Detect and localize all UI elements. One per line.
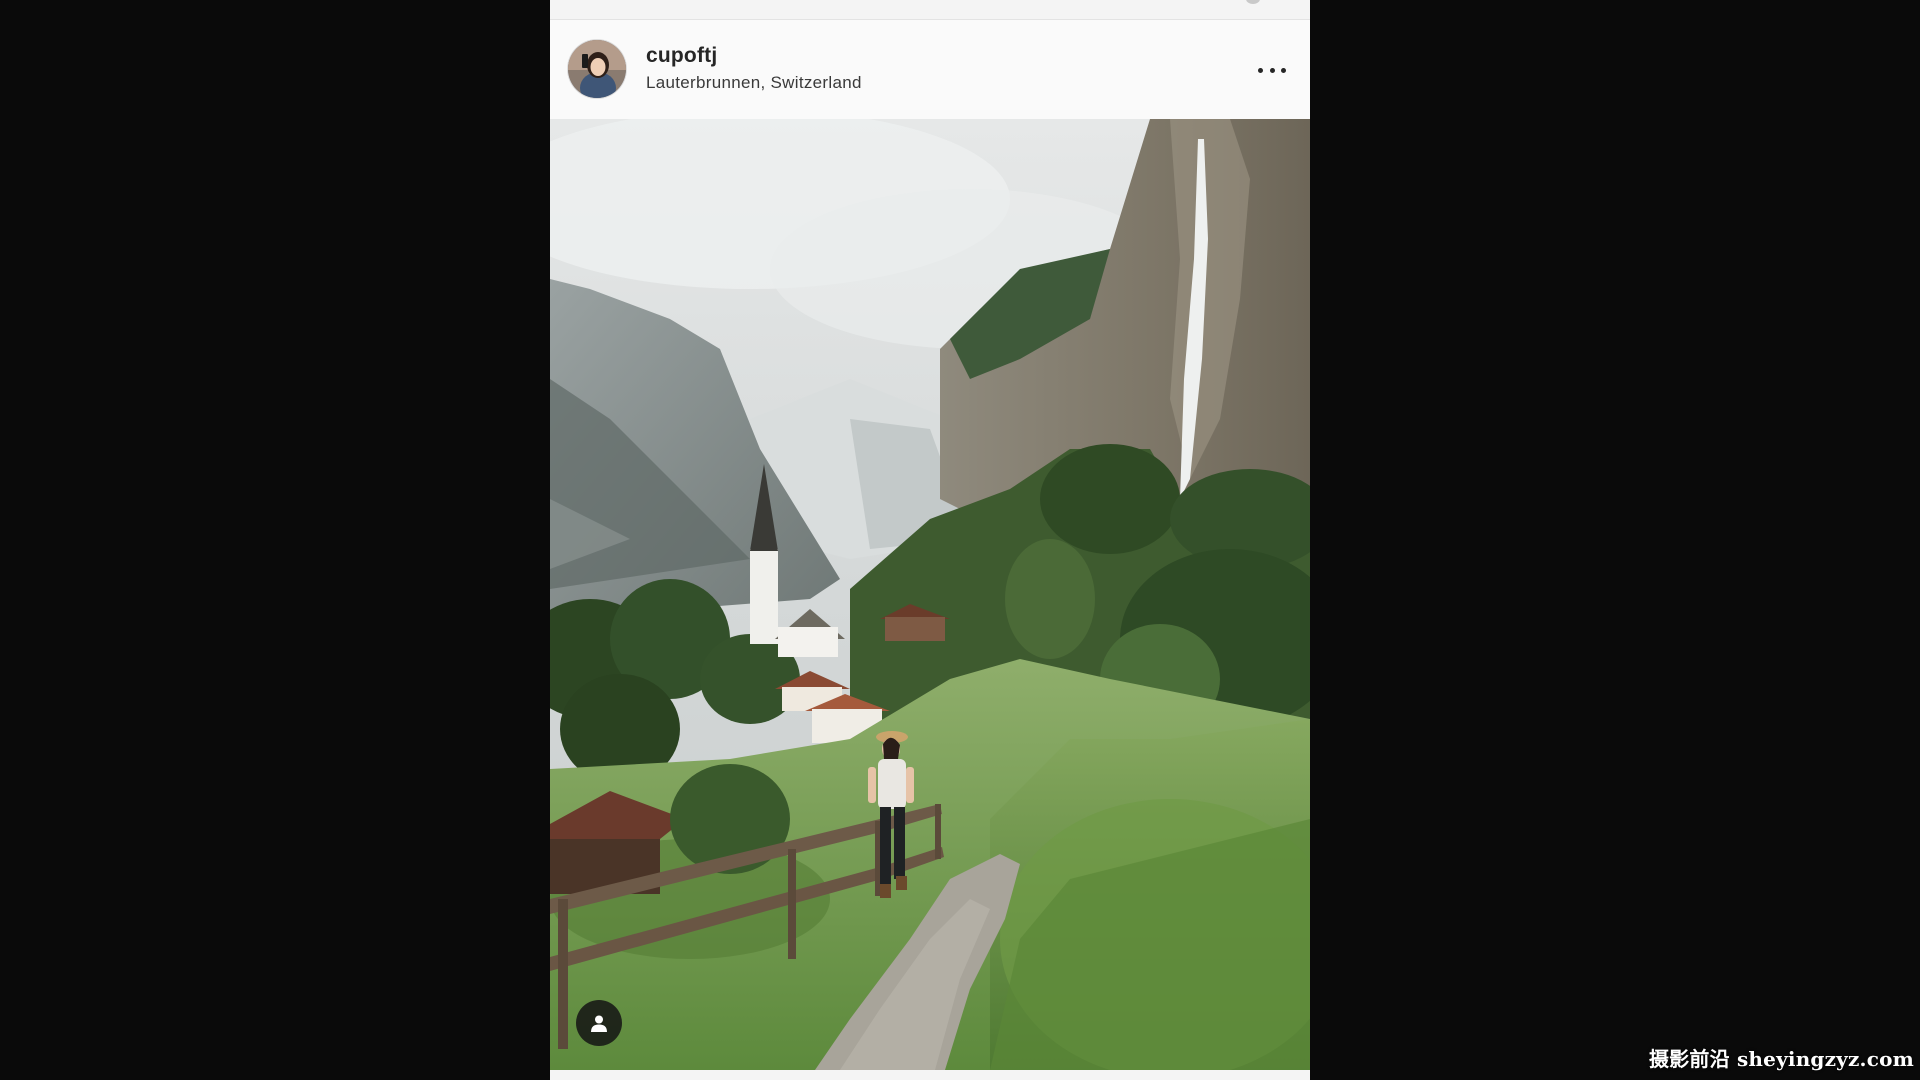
more-horizontal-icon — [1281, 67, 1286, 73]
tag-people-button[interactable] — [576, 1000, 622, 1046]
previous-post-indicator — [1246, 0, 1260, 4]
post-photo[interactable] — [550, 119, 1310, 1070]
user-tag-icon — [591, 1015, 607, 1032]
post-username[interactable]: cupoftj — [646, 44, 717, 68]
next-post-edge — [550, 1070, 1310, 1080]
more-horizontal-icon — [1258, 67, 1263, 73]
instagram-post-card: cupoftj Lauterbrunnen, Switzerland — [550, 0, 1310, 1080]
screen: cupoftj Lauterbrunnen, Switzerland 摄影前沿 … — [0, 0, 1920, 1080]
landscape-photo — [550, 119, 1310, 1070]
avatar-photo — [568, 40, 626, 98]
watermark: 摄影前沿 sheyingzyz.com — [1648, 1047, 1914, 1071]
user-avatar[interactable] — [568, 40, 626, 98]
more-horizontal-icon — [1269, 67, 1275, 73]
post-header: cupoftj Lauterbrunnen, Switzerland — [550, 20, 1310, 119]
more-options-button[interactable] — [1252, 58, 1292, 82]
previous-post-edge — [550, 0, 1310, 20]
post-location[interactable]: Lauterbrunnen, Switzerland — [646, 73, 862, 93]
